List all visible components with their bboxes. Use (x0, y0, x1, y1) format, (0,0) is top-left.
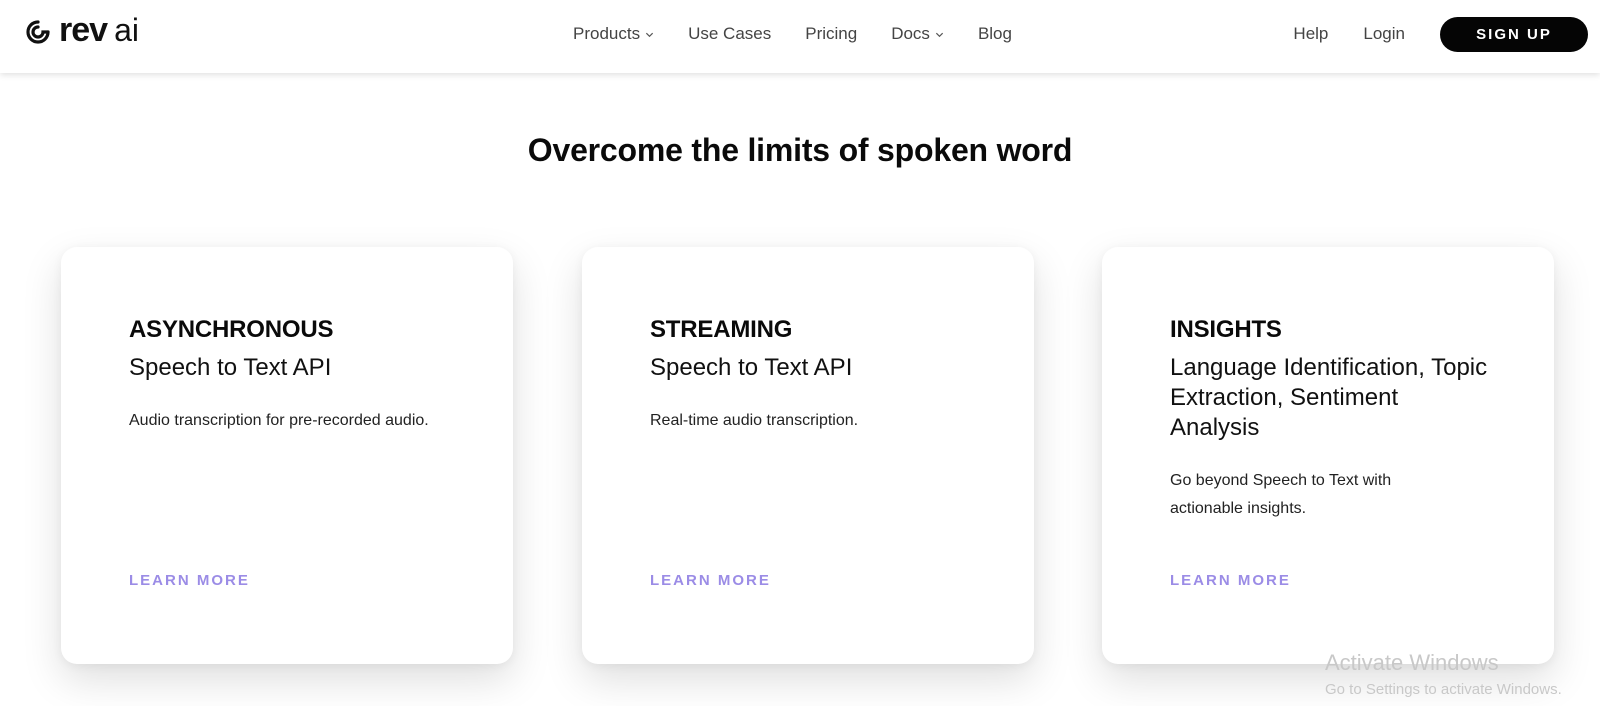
logo-wordmark-ai: ai (114, 12, 139, 48)
nav-item-blog[interactable]: Blog (978, 24, 1012, 44)
learn-more-link[interactable]: LEARN MORE (129, 572, 250, 589)
chevron-down-icon (646, 32, 654, 38)
learn-more-link[interactable]: LEARN MORE (650, 572, 771, 589)
chevron-down-icon (935, 32, 944, 38)
card-subtitle: Speech to Text API (129, 354, 332, 381)
card-subtitle: Speech to Text API (650, 354, 853, 381)
card-description: Go beyond Speech to Text with actionable… (1170, 472, 1392, 517)
nav-item-label: Pricing (805, 24, 858, 43)
help-link[interactable]: Help (1293, 24, 1328, 44)
section-headline: Overcome the limits of spoken word (527, 132, 1073, 168)
watermark-title: Activate Windows (1325, 650, 1499, 675)
nav-item-label: Docs (891, 24, 930, 43)
main-nav: Products Use Cases Pricing Docs Blog (573, 0, 1046, 68)
nav-item-label: Use Cases (688, 24, 772, 43)
card-description: Real-time audio transcription. (650, 412, 859, 429)
watermark-subtitle: Go to Settings to activate Windows. (1325, 681, 1562, 698)
nav-item-label: Blog (977, 24, 1012, 43)
product-card-streaming: STREAMING Speech to Text API Real-time a… (582, 247, 1034, 664)
nav-item-docs[interactable]: Docs (891, 24, 944, 44)
product-card-asynchronous: ASYNCHRONOUS Speech to Text API Audio tr… (61, 247, 513, 664)
nav-item-pricing[interactable]: Pricing (805, 24, 857, 44)
site-header: rev ai Products Use Cases Pricing Docs B… (0, 0, 1600, 73)
card-subtitle: Language Identification, Topic Extractio… (1170, 354, 1488, 441)
nav-item-use-cases[interactable]: Use Cases (688, 24, 771, 44)
card-title: INSIGHTS (1170, 316, 1282, 343)
logo-wordmark-rev: rev (59, 11, 108, 49)
login-link[interactable]: Login (1363, 24, 1405, 44)
learn-more-link[interactable]: LEARN MORE (1170, 572, 1291, 589)
product-card-insights: INSIGHTS Language Identification, Topic … (1102, 247, 1554, 664)
rev-ai-logo[interactable]: rev ai (25, 10, 139, 50)
windows-activation-watermark: Activate Windows Go to Settings to activ… (1325, 650, 1562, 700)
card-title: STREAMING (650, 316, 793, 343)
card-description: Audio transcription for pre-recorded aud… (129, 412, 429, 429)
rev-swirl-icon (26, 20, 50, 44)
account-nav: Help Login SIGN UP (1293, 0, 1588, 68)
card-title: ASYNCHRONOUS (129, 316, 334, 343)
nav-item-products[interactable]: Products (573, 24, 654, 44)
sign-up-button[interactable]: SIGN UP (1440, 16, 1588, 52)
nav-item-label: Products (573, 24, 641, 43)
